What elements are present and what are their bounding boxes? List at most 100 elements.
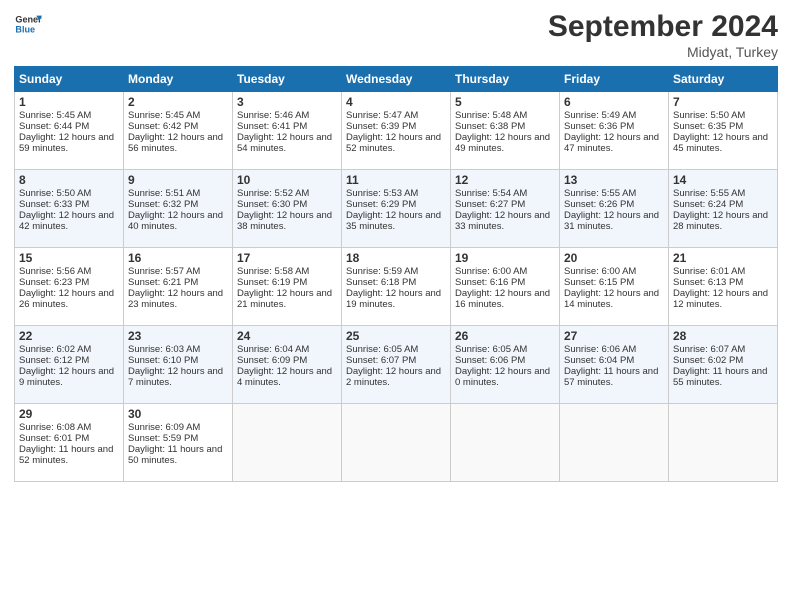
day-number: 11 (346, 173, 446, 187)
sunset-info: Sunset: 6:06 PM (455, 355, 525, 366)
daylight-info: Daylight: 12 hours and 56 minutes. (128, 132, 223, 154)
daylight-info: Daylight: 12 hours and 54 minutes. (237, 132, 332, 154)
day-number: 5 (455, 95, 555, 109)
table-cell: 9Sunrise: 5:51 AMSunset: 6:32 PMDaylight… (124, 170, 233, 248)
table-cell: 28Sunrise: 6:07 AMSunset: 6:02 PMDayligh… (669, 326, 778, 404)
daylight-info: Daylight: 11 hours and 52 minutes. (19, 444, 113, 466)
svg-text:Blue: Blue (15, 24, 35, 34)
table-cell (451, 404, 560, 482)
header: General Blue September 2024 Midyat, Turk… (14, 10, 778, 60)
sunrise-info: Sunrise: 6:07 AM (673, 344, 745, 355)
calendar-body: 1Sunrise: 5:45 AMSunset: 6:44 PMDaylight… (15, 92, 778, 482)
daylight-info: Daylight: 12 hours and 4 minutes. (237, 366, 332, 388)
sunset-info: Sunset: 6:09 PM (237, 355, 307, 366)
calendar-header-row: Sunday Monday Tuesday Wednesday Thursday… (15, 67, 778, 92)
sunset-info: Sunset: 6:07 PM (346, 355, 416, 366)
sunset-info: Sunset: 6:10 PM (128, 355, 198, 366)
daylight-info: Daylight: 12 hours and 16 minutes. (455, 288, 550, 310)
sunrise-info: Sunrise: 5:46 AM (237, 110, 309, 121)
sunset-info: Sunset: 6:35 PM (673, 121, 743, 132)
day-number: 26 (455, 329, 555, 343)
sunset-info: Sunset: 6:44 PM (19, 121, 89, 132)
sunset-info: Sunset: 6:04 PM (564, 355, 634, 366)
table-cell: 5Sunrise: 5:48 AMSunset: 6:38 PMDaylight… (451, 92, 560, 170)
sunrise-info: Sunrise: 6:00 AM (455, 266, 527, 277)
day-number: 16 (128, 251, 228, 265)
sunrise-info: Sunrise: 6:06 AM (564, 344, 636, 355)
daylight-info: Daylight: 12 hours and 0 minutes. (455, 366, 550, 388)
day-number: 28 (673, 329, 773, 343)
logo: General Blue (14, 10, 42, 38)
sunset-info: Sunset: 6:19 PM (237, 277, 307, 288)
daylight-info: Daylight: 12 hours and 12 minutes. (673, 288, 768, 310)
sunrise-info: Sunrise: 5:45 AM (128, 110, 200, 121)
calendar-week-row: 15Sunrise: 5:56 AMSunset: 6:23 PMDayligh… (15, 248, 778, 326)
calendar-week-row: 22Sunrise: 6:02 AMSunset: 6:12 PMDayligh… (15, 326, 778, 404)
day-number: 20 (564, 251, 664, 265)
sunset-info: Sunset: 6:02 PM (673, 355, 743, 366)
day-number: 18 (346, 251, 446, 265)
table-cell (233, 404, 342, 482)
day-number: 22 (19, 329, 119, 343)
col-saturday: Saturday (669, 67, 778, 92)
calendar-week-row: 29Sunrise: 6:08 AMSunset: 6:01 PMDayligh… (15, 404, 778, 482)
daylight-info: Daylight: 12 hours and 19 minutes. (346, 288, 441, 310)
sunset-info: Sunset: 6:18 PM (346, 277, 416, 288)
table-cell: 7Sunrise: 5:50 AMSunset: 6:35 PMDaylight… (669, 92, 778, 170)
day-number: 9 (128, 173, 228, 187)
sunrise-info: Sunrise: 5:58 AM (237, 266, 309, 277)
sunrise-info: Sunrise: 5:51 AM (128, 188, 200, 199)
day-number: 7 (673, 95, 773, 109)
table-cell: 10Sunrise: 5:52 AMSunset: 6:30 PMDayligh… (233, 170, 342, 248)
sunrise-info: Sunrise: 6:02 AM (19, 344, 91, 355)
sunset-info: Sunset: 6:41 PM (237, 121, 307, 132)
table-cell: 2Sunrise: 5:45 AMSunset: 6:42 PMDaylight… (124, 92, 233, 170)
table-cell: 22Sunrise: 6:02 AMSunset: 6:12 PMDayligh… (15, 326, 124, 404)
table-cell: 27Sunrise: 6:06 AMSunset: 6:04 PMDayligh… (560, 326, 669, 404)
table-cell (560, 404, 669, 482)
daylight-info: Daylight: 12 hours and 28 minutes. (673, 210, 768, 232)
day-number: 24 (237, 329, 337, 343)
daylight-info: Daylight: 12 hours and 21 minutes. (237, 288, 332, 310)
sunrise-info: Sunrise: 5:49 AM (564, 110, 636, 121)
daylight-info: Daylight: 12 hours and 52 minutes. (346, 132, 441, 154)
logo-icon: General Blue (14, 10, 42, 38)
sunrise-info: Sunrise: 6:05 AM (455, 344, 527, 355)
daylight-info: Daylight: 12 hours and 45 minutes. (673, 132, 768, 154)
day-number: 2 (128, 95, 228, 109)
table-cell: 3Sunrise: 5:46 AMSunset: 6:41 PMDaylight… (233, 92, 342, 170)
sunrise-info: Sunrise: 6:09 AM (128, 422, 200, 433)
day-number: 21 (673, 251, 773, 265)
sunset-info: Sunset: 6:36 PM (564, 121, 634, 132)
sunset-info: Sunset: 6:32 PM (128, 199, 198, 210)
sunset-info: Sunset: 6:24 PM (673, 199, 743, 210)
daylight-info: Daylight: 12 hours and 33 minutes. (455, 210, 550, 232)
table-cell: 4Sunrise: 5:47 AMSunset: 6:39 PMDaylight… (342, 92, 451, 170)
sunset-info: Sunset: 6:12 PM (19, 355, 89, 366)
table-cell: 25Sunrise: 6:05 AMSunset: 6:07 PMDayligh… (342, 326, 451, 404)
daylight-info: Daylight: 12 hours and 49 minutes. (455, 132, 550, 154)
day-number: 14 (673, 173, 773, 187)
sunrise-info: Sunrise: 6:04 AM (237, 344, 309, 355)
daylight-info: Daylight: 12 hours and 26 minutes. (19, 288, 114, 310)
table-cell: 1Sunrise: 5:45 AMSunset: 6:44 PMDaylight… (15, 92, 124, 170)
day-number: 3 (237, 95, 337, 109)
table-cell: 21Sunrise: 6:01 AMSunset: 6:13 PMDayligh… (669, 248, 778, 326)
day-number: 12 (455, 173, 555, 187)
day-number: 27 (564, 329, 664, 343)
daylight-info: Daylight: 12 hours and 38 minutes. (237, 210, 332, 232)
sunset-info: Sunset: 6:16 PM (455, 277, 525, 288)
sunset-info: Sunset: 6:15 PM (564, 277, 634, 288)
daylight-info: Daylight: 11 hours and 50 minutes. (128, 444, 222, 466)
day-number: 17 (237, 251, 337, 265)
sunrise-info: Sunrise: 5:54 AM (455, 188, 527, 199)
daylight-info: Daylight: 12 hours and 9 minutes. (19, 366, 114, 388)
table-cell: 30Sunrise: 6:09 AMSunset: 5:59 PMDayligh… (124, 404, 233, 482)
sunset-info: Sunset: 6:29 PM (346, 199, 416, 210)
sunset-info: Sunset: 6:01 PM (19, 433, 89, 444)
table-cell: 26Sunrise: 6:05 AMSunset: 6:06 PMDayligh… (451, 326, 560, 404)
table-cell: 23Sunrise: 6:03 AMSunset: 6:10 PMDayligh… (124, 326, 233, 404)
day-number: 23 (128, 329, 228, 343)
sunset-info: Sunset: 6:27 PM (455, 199, 525, 210)
calendar-week-row: 1Sunrise: 5:45 AMSunset: 6:44 PMDaylight… (15, 92, 778, 170)
